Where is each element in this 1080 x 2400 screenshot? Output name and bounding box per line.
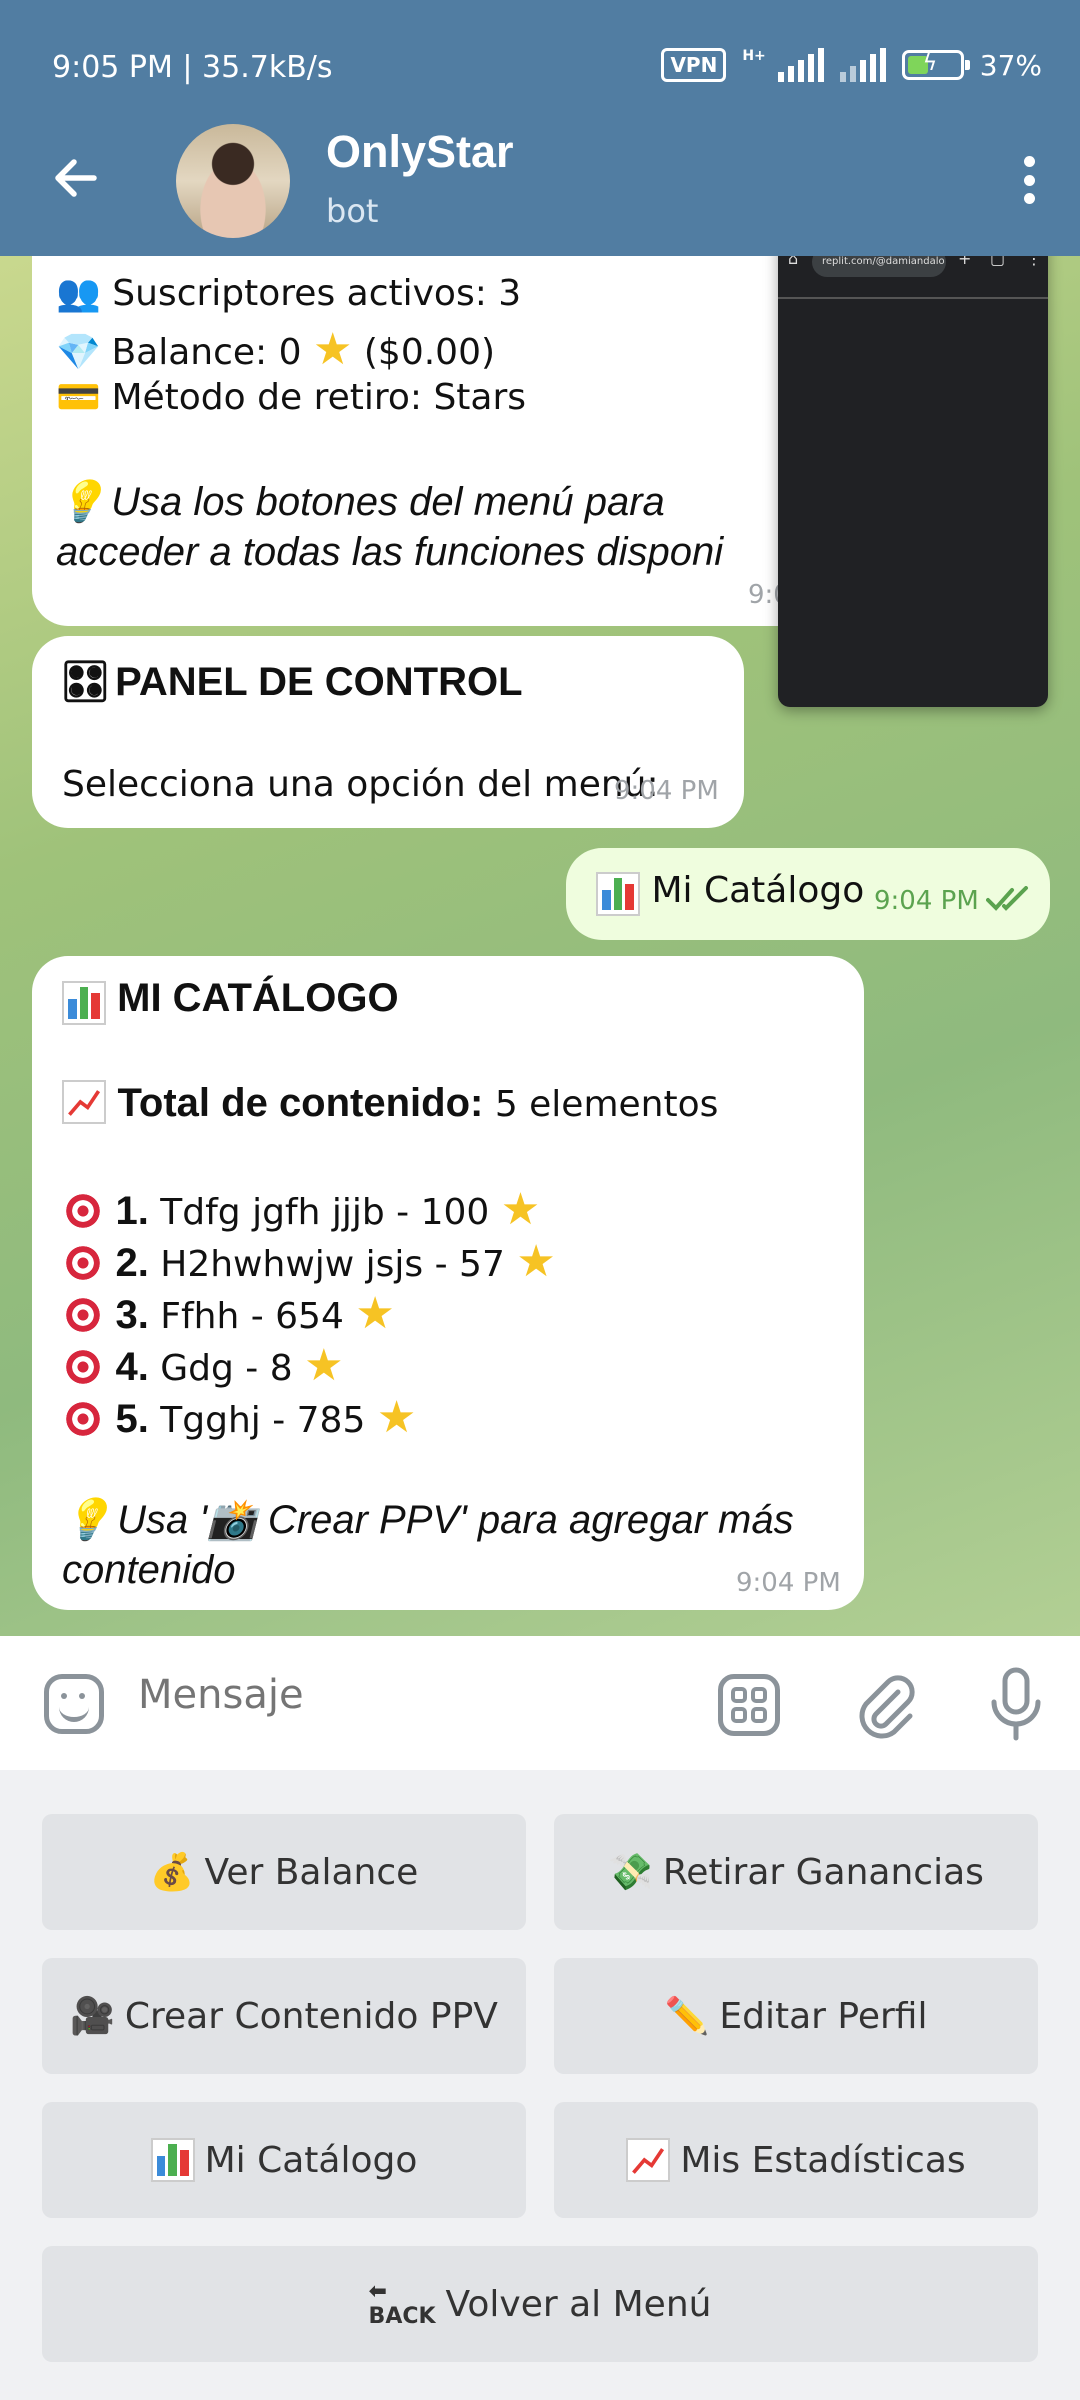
message-bubble-panel: 🎛 PANEL DE CONTROL Selecciona una opción… — [32, 636, 744, 828]
catalog-item: 3. Ffhh - 654 ★ — [62, 1288, 395, 1339]
movie-camera-icon: 🎥 — [70, 1996, 115, 2037]
back-arrow-icon: ⬅ BACK — [368, 2279, 436, 2329]
chat-header: 9:05 PM | 35.7kB/s VPN H+ ϟ 37% OnlyStar… — [0, 0, 1080, 256]
star-icon: ★ — [312, 324, 353, 375]
target-icon — [62, 1346, 104, 1388]
tip-line-1: 💡 Usa los botones del menú para — [56, 480, 665, 524]
chart-increasing-icon — [626, 2138, 671, 2182]
chart-increasing-icon — [62, 1080, 106, 1124]
star-icon: ★ — [355, 1288, 395, 1339]
message-time: 9:04 PM — [736, 1568, 841, 1598]
target-icon — [62, 1190, 104, 1232]
more-menu-icon[interactable] — [1024, 156, 1036, 204]
chat-subtitle: bot — [326, 192, 379, 230]
catalog-item: 1. Tdfg jgfh jjjb - 100 ★ — [62, 1184, 540, 1235]
signal-icon — [777, 48, 824, 82]
back-arrow-icon[interactable] — [48, 150, 104, 206]
status-time: 9:05 PM | 35.7kB/s — [52, 50, 333, 85]
attach-icon[interactable] — [852, 1670, 922, 1740]
panel-text: Selecciona una opción del menú: — [62, 764, 659, 805]
catalog-title-line: MI CATÁLOGO — [62, 976, 399, 1025]
battery-level: 37% — [979, 48, 1042, 82]
status-bar: 9:05 PM | 35.7kB/s VPN H+ ϟ 37% — [0, 0, 1080, 130]
message-input-bar — [0, 1636, 1080, 1770]
diamond-icon: 💎 — [56, 332, 101, 373]
subscribers-line: 👥 Suscriptores activos: 3 — [56, 273, 522, 314]
network-type: H+ — [742, 48, 766, 64]
vpn-icon: VPN — [661, 48, 727, 82]
withdraw-method-line: 💳 Método de retiro: Stars — [56, 377, 527, 418]
target-icon — [62, 1242, 104, 1284]
lightbulb-icon: 💡 — [56, 480, 106, 524]
message-time: 9:04 PM — [874, 886, 979, 916]
catalog-tip-line-2: contenido — [62, 1548, 236, 1592]
editar-perfil-button[interactable]: ✏️ Editar Perfil — [554, 1958, 1038, 2074]
message-bubble-outgoing: Mi Catálogo 9:04 PM — [566, 848, 1050, 940]
star-icon: ★ — [376, 1392, 417, 1443]
money-bag-icon: 💰 — [149, 1852, 195, 1893]
bar-chart-icon — [62, 981, 106, 1025]
ver-balance-button[interactable]: 💰 Ver Balance — [42, 1814, 526, 1930]
money-wings-icon: 💸 — [608, 1852, 653, 1893]
sticker-icon[interactable] — [44, 1674, 104, 1734]
star-icon: ★ — [516, 1236, 556, 1287]
avatar[interactable] — [176, 124, 290, 238]
credit-card-icon: 💳 — [56, 377, 101, 418]
double-check-icon — [986, 886, 1028, 911]
target-icon — [62, 1398, 104, 1440]
message-input[interactable] — [138, 1672, 678, 1718]
bot-reply-keyboard: 💰 Ver Balance 💸 Retirar Ganancias 🎥 Crea… — [0, 1770, 1080, 2400]
chat-title[interactable]: OnlyStar — [326, 126, 514, 178]
target-icon — [62, 1294, 104, 1336]
battery-icon: ϟ — [901, 50, 970, 80]
status-icons: VPN H+ ϟ 37% — [661, 48, 1042, 82]
message-bubble-catalog: MI CATÁLOGO Total de contenido: 5 elemen… — [32, 956, 864, 1610]
catalog-item: 2. H2hwhwjw jsjs - 57 ★ — [62, 1236, 556, 1287]
star-icon: ★ — [500, 1184, 541, 1235]
bar-chart-icon — [150, 2138, 195, 2182]
mis-estadisticas-button[interactable]: Mis Estadísticas — [554, 2102, 1038, 2218]
message-bubble-summary: 👥 Suscriptores activos: 3 💎 Balance: 0 ★… — [32, 256, 822, 626]
bot-keyboard-icon[interactable] — [718, 1674, 780, 1736]
tip-line-2: acceder a todas las funciones disponi — [56, 530, 724, 574]
catalog-tip-line-1: 💡 Usa '📸 Crear PPV' para agregar más — [62, 1498, 794, 1542]
crear-contenido-ppv-button[interactable]: 🎥 Crear Contenido PPV — [42, 1958, 526, 2074]
control-knobs-icon: 🎛 — [60, 660, 111, 704]
pip-browser-window[interactable]: ⌂ replit.com/@damiandalo + ▢ ⋮ — [778, 227, 1048, 707]
microphone-icon[interactable] — [986, 1666, 1046, 1742]
catalog-item: 5. Tgghj - 785 ★ — [62, 1392, 416, 1443]
signal-icon-2 — [839, 48, 886, 82]
star-icon: ★ — [304, 1340, 344, 1391]
catalog-total-line: Total de contenido: 5 elementos — [62, 1080, 718, 1126]
outgoing-text: Mi Catálogo — [596, 870, 864, 916]
panel-title-line: 🎛 PANEL DE CONTROL — [60, 660, 523, 704]
catalog-item: 4. Gdg - 8 ★ — [62, 1340, 344, 1391]
balance-line: 💎 Balance: 0 ★ ($0.00) — [56, 324, 496, 375]
mi-catalogo-button[interactable]: Mi Catálogo — [42, 2102, 526, 2218]
bar-chart-icon — [596, 872, 640, 916]
lightbulb-icon: 💡 — [62, 1498, 112, 1542]
pencil-icon: ✏️ — [664, 1996, 710, 2037]
volver-al-menu-button[interactable]: ⬅ BACK Volver al Menú — [42, 2246, 1038, 2362]
retirar-ganancias-button[interactable]: 💸 Retirar Ganancias — [554, 1814, 1038, 1930]
message-time: 9:04 PM — [614, 776, 719, 806]
